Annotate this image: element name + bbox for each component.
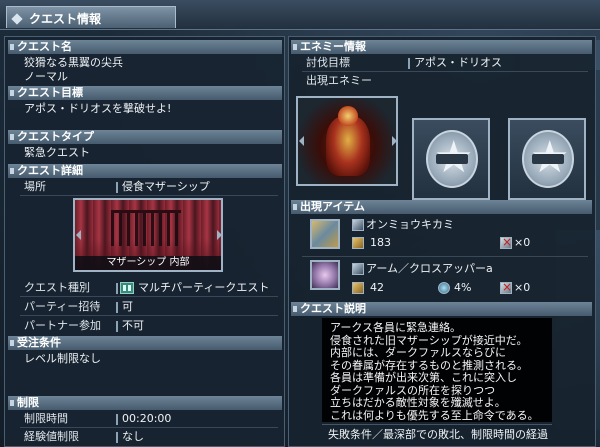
description-line: 各員は準備が出来次第、これに突入し xyxy=(330,371,517,384)
item-multiplier: ×0 xyxy=(514,281,531,294)
section-header-quest-type: クエストタイプ xyxy=(8,130,282,144)
section-header-quest-goal: クエスト目標 xyxy=(8,86,282,100)
boss-portrait-head xyxy=(338,106,358,126)
section-header-limits: 制限 xyxy=(8,396,282,410)
star-rank-icon xyxy=(426,130,478,188)
section-header-quest-name: クエスト名 xyxy=(8,40,282,54)
field-divider xyxy=(116,302,118,313)
row-divider xyxy=(20,427,278,428)
window-titlebar: クエスト情報 xyxy=(0,0,600,30)
section-header-label: 受注条件 xyxy=(17,336,61,349)
target-label: 討伐目標 xyxy=(306,56,350,69)
quest-name: 狡猾なる黒翼の尖兵 xyxy=(24,56,123,69)
conditions-text: レベル制限なし xyxy=(24,352,101,365)
partner-join-value: 不可 xyxy=(122,319,144,332)
party-invite-label: パーティー招待 xyxy=(24,300,101,313)
field-divider xyxy=(408,58,410,69)
item-multiplier: ×0 xyxy=(514,236,531,249)
section-header-label: エネミー情報 xyxy=(300,40,366,53)
enemy-slot-boss[interactable] xyxy=(296,96,398,186)
item-count: 183 xyxy=(370,236,391,249)
quest-description-box: アークス各員に緊急連絡。 侵食された旧マザーシップが接近中だ。 内部には、ダーク… xyxy=(322,318,552,422)
title-diamond-icon xyxy=(11,13,23,25)
thumbnail-next-icon[interactable] xyxy=(217,230,222,240)
enemy-slot-empty[interactable] xyxy=(412,118,490,200)
section-header-label: クエスト詳細 xyxy=(17,164,83,177)
weapon-type-icon xyxy=(352,263,364,275)
quest-goal-text: アポス・ドリオスを撃破せよ! xyxy=(24,102,172,115)
thumbnail-structure xyxy=(111,210,181,246)
section-header-description: クエスト説明 xyxy=(291,302,592,316)
item-name: オンミョウキカミ xyxy=(366,218,454,231)
star-rank-icon xyxy=(522,130,574,188)
row-divider xyxy=(20,195,278,196)
description-line: 内部には、ダークファルスならびに xyxy=(330,346,506,359)
description-line: これは何よりも優先する至上命令である。 xyxy=(330,408,539,422)
exp-limit-label: 経験値制限 xyxy=(24,430,79,443)
window-title: クエスト情報 xyxy=(29,12,102,26)
location-thumbnail[interactable]: マザーシップ 内部 xyxy=(73,198,223,272)
drop-rate: 4% xyxy=(454,281,472,294)
field-divider xyxy=(116,283,118,294)
section-header-label: クエスト目標 xyxy=(17,86,83,99)
location-label: 場所 xyxy=(24,180,46,193)
quest-kind-value: マルチパーティークエスト xyxy=(138,281,270,294)
section-header-label: クエスト名 xyxy=(17,40,72,53)
field-divider xyxy=(116,432,118,443)
thumbnail-prev-icon[interactable] xyxy=(76,230,81,240)
drop-rate-icon xyxy=(438,282,450,294)
section-header-label: 出現アイテム xyxy=(300,200,365,213)
quest-type-text: 緊急クエスト xyxy=(24,146,90,159)
row-divider xyxy=(20,296,278,297)
description-divider xyxy=(322,424,552,425)
item-count: 42 xyxy=(370,281,384,294)
item-icon-arm[interactable] xyxy=(310,260,340,290)
x-mark-icon xyxy=(500,280,512,294)
x-mark-icon xyxy=(500,235,512,249)
weapon-type-icon xyxy=(352,219,364,231)
field-divider xyxy=(116,321,118,332)
item-name: アーム／クロスアッパーa xyxy=(366,262,493,275)
section-header-quest-detail: クエスト詳細 xyxy=(8,164,282,178)
enemy-slot-empty[interactable] xyxy=(508,118,586,200)
enemy-prev-icon[interactable] xyxy=(299,136,304,146)
thumbnail-caption: マザーシップ 内部 xyxy=(75,256,221,270)
partner-join-label: パートナー参加 xyxy=(24,319,101,332)
row-divider xyxy=(20,315,278,316)
failure-conditions: 失敗条件／最深部での敗北、制限時間の経過 xyxy=(328,428,548,441)
time-limit-label: 制限時間 xyxy=(24,412,68,425)
target-value: アポス・ドリオス xyxy=(414,56,502,69)
enemy-next-icon[interactable] xyxy=(392,136,397,146)
key-icon xyxy=(352,282,364,294)
section-header-conditions: 受注条件 xyxy=(8,336,282,350)
multi-party-icon xyxy=(120,282,134,294)
section-header-items: 出現アイテム xyxy=(291,200,592,214)
row-divider xyxy=(302,71,588,72)
exp-limit-value: なし xyxy=(122,430,144,443)
quest-kind-label: クエスト種別 xyxy=(24,281,90,294)
field-divider xyxy=(116,414,118,425)
time-limit-value: 00:20:00 xyxy=(122,412,172,425)
section-header-label: 制限 xyxy=(17,396,39,409)
row-divider xyxy=(302,256,588,257)
window-title-tab[interactable]: クエスト情報 xyxy=(6,6,176,28)
description-line: 立ちはだかる敵性対象を殲滅せよ。 xyxy=(330,396,506,409)
section-header-label: クエストタイプ xyxy=(17,130,94,143)
description-line: アークス各員に緊急連絡。 xyxy=(330,321,462,334)
quest-difficulty: ノーマル xyxy=(24,70,68,83)
location-value: 侵食マザーシップ xyxy=(122,180,210,193)
section-header-enemy: エネミー情報 xyxy=(291,40,592,54)
item-icon-onmyou[interactable] xyxy=(310,219,340,249)
appear-enemy-label: 出現エネミー xyxy=(306,74,372,87)
key-icon xyxy=(352,237,364,249)
section-header-label: クエスト説明 xyxy=(300,302,366,315)
party-invite-value: 可 xyxy=(122,300,133,313)
field-divider xyxy=(116,182,118,193)
